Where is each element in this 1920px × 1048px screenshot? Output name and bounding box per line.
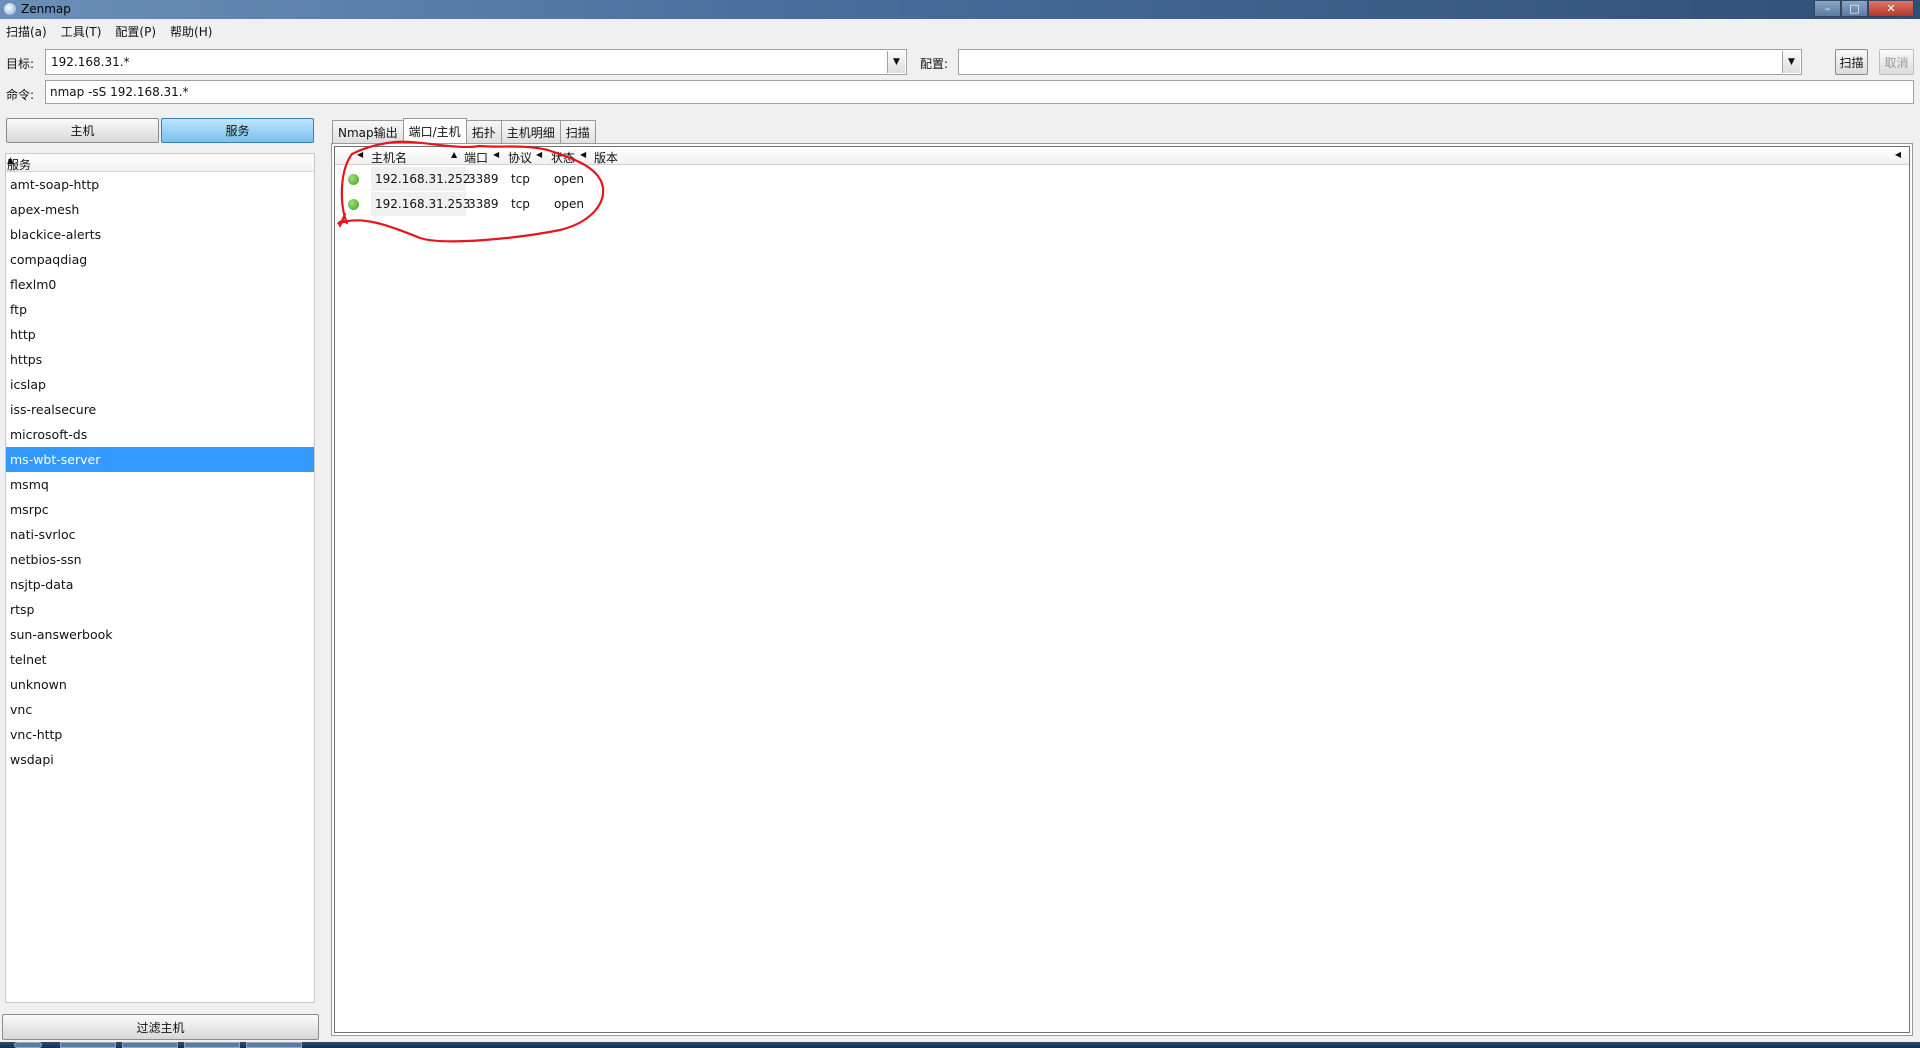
ports-hosts-panel: ◀ 主机名 ▲ 端口 ◀ 协议 ◀ 状态 ◀ 版本 ◀ 192.168.31.2…: [331, 143, 1913, 1036]
list-item[interactable]: iss-realsecure: [6, 397, 314, 422]
sort-arrow-icon: ◀: [536, 150, 543, 159]
tab-ports-hosts[interactable]: 端口/主机: [402, 118, 467, 143]
list-item[interactable]: nati-svrloc: [6, 522, 314, 547]
tab-topology[interactable]: 拓扑: [465, 120, 502, 143]
cell-port: 3389: [468, 172, 499, 186]
taskbar-app-icon[interactable]: [60, 1042, 116, 1048]
list-item[interactable]: netbios-ssn: [6, 547, 314, 572]
tab-host-details[interactable]: 主机明细: [500, 120, 561, 143]
list-item[interactable]: sun-answerbook: [6, 622, 314, 647]
cell-state: open: [554, 172, 584, 186]
list-item[interactable]: microsoft-ds: [6, 422, 314, 447]
column-port[interactable]: 端口: [464, 149, 488, 166]
tab-scans[interactable]: 扫描: [559, 120, 596, 143]
column-version[interactable]: 版本: [594, 149, 618, 166]
start-icon[interactable]: [14, 1042, 42, 1048]
list-item[interactable]: msrpc: [6, 497, 314, 522]
menu-help[interactable]: 帮助(H): [170, 23, 212, 40]
minimize-icon[interactable]: –: [1814, 0, 1841, 17]
scroll-left-icon[interactable]: ◀: [1895, 150, 1901, 159]
ports-table: ◀ 主机名 ▲ 端口 ◀ 协议 ◀ 状态 ◀ 版本 ◀ 192.168.31.2…: [334, 146, 1910, 1033]
list-item[interactable]: wsdapi: [6, 747, 314, 772]
services-list: 服务 ▲ amt-soap-http apex-mesh blackice-aler…: [5, 153, 315, 1003]
chevron-down-icon[interactable]: ▼: [887, 51, 905, 73]
taskbar-app-icon[interactable]: [184, 1042, 240, 1048]
list-item[interactable]: http: [6, 322, 314, 347]
menu-tools[interactable]: 工具(T): [61, 23, 102, 40]
result-tabs: Nmap输出 端口/主机 拓扑 主机明细 扫描: [332, 118, 596, 143]
services-button[interactable]: 服务: [161, 118, 314, 143]
list-item[interactable]: unknown: [6, 672, 314, 697]
menu-bar: 扫描(a) 工具(T) 配置(P) 帮助(H): [0, 19, 1920, 43]
list-item[interactable]: telnet: [6, 647, 314, 672]
list-item[interactable]: nsjtp-data: [6, 572, 314, 597]
ports-table-header: ◀ 主机名 ▲ 端口 ◀ 协议 ◀ 状态 ◀ 版本 ◀: [335, 147, 1909, 165]
list-item[interactable]: ftp: [6, 297, 314, 322]
table-row[interactable]: 192.168.31.253 3389 tcp open: [335, 192, 935, 216]
sort-arrow-icon: ◀: [580, 150, 587, 159]
profile-label: 配置:: [920, 57, 949, 71]
window-title: Zenmap: [21, 2, 71, 16]
host-up-icon: [348, 199, 359, 210]
command-field[interactable]: nmap -sS 192.168.31.*: [45, 80, 1914, 104]
list-item[interactable]: ms-wbt-server: [6, 447, 314, 472]
close-icon[interactable]: ✕: [1868, 0, 1914, 17]
list-item[interactable]: vnc: [6, 697, 314, 722]
cell-protocol: tcp: [511, 172, 530, 186]
target-input[interactable]: 192.168.31.*: [51, 55, 130, 69]
cell-state: open: [554, 197, 584, 211]
sort-arrow-icon: ◀: [493, 150, 500, 159]
sort-arrow-icon: ◀: [357, 150, 364, 159]
list-item[interactable]: blackice-alerts: [6, 222, 314, 247]
column-hostname[interactable]: 主机名: [371, 149, 407, 166]
target-combobox[interactable]: 192.168.31.* ▼: [45, 49, 907, 75]
host-up-icon: [348, 174, 359, 185]
cell-protocol: tcp: [511, 197, 530, 211]
tab-nmap-output[interactable]: Nmap输出: [332, 120, 404, 143]
table-row[interactable]: 192.168.31.252 3389 tcp open: [335, 167, 935, 191]
maximize-icon[interactable]: □: [1841, 0, 1868, 17]
menu-profile[interactable]: 配置(P): [115, 23, 156, 40]
title-bar: Zenmap – □ ✕: [0, 0, 1920, 19]
cell-host: 192.168.31.252: [375, 172, 471, 186]
hosts-button[interactable]: 主机: [6, 118, 159, 143]
list-item[interactable]: apex-mesh: [6, 197, 314, 222]
list-item[interactable]: compaqdiag: [6, 247, 314, 272]
services-items: amt-soap-http apex-mesh blackice-alerts com…: [6, 172, 314, 772]
taskbar-app-icon[interactable]: [122, 1042, 178, 1048]
list-item[interactable]: vnc-http: [6, 722, 314, 747]
scan-button[interactable]: 扫描: [1835, 49, 1868, 75]
sort-up-icon: ▲: [451, 150, 458, 159]
profile-combobox[interactable]: ▼: [958, 49, 1802, 75]
list-item[interactable]: msmq: [6, 472, 314, 497]
services-list-header[interactable]: 服务 ▲: [6, 154, 314, 172]
taskbar-app-icon[interactable]: [246, 1042, 302, 1048]
menu-scan[interactable]: 扫描(a): [6, 23, 47, 40]
list-item[interactable]: icslap: [6, 372, 314, 397]
cancel-button[interactable]: 取消: [1879, 49, 1914, 75]
list-item[interactable]: flexlm0: [6, 272, 314, 297]
command-label: 命令:: [6, 88, 35, 102]
list-item[interactable]: https: [6, 347, 314, 372]
filter-hosts-button[interactable]: 过滤主机: [2, 1014, 319, 1040]
zenmap-icon: [4, 3, 16, 15]
taskbar: [0, 1042, 1920, 1048]
column-state[interactable]: 状态: [551, 149, 575, 166]
cell-host: 192.168.31.253: [375, 197, 471, 211]
window-controls: – □ ✕: [1814, 0, 1914, 17]
sort-up-icon: ▲: [7, 156, 14, 166]
chevron-down-icon[interactable]: ▼: [1782, 51, 1800, 73]
command-input[interactable]: nmap -sS 192.168.31.*: [50, 85, 189, 99]
cell-port: 3389: [468, 197, 499, 211]
target-label: 目标:: [6, 57, 35, 71]
list-item[interactable]: rtsp: [6, 597, 314, 622]
column-protocol[interactable]: 协议: [508, 149, 532, 166]
list-item[interactable]: amt-soap-http: [6, 172, 314, 197]
